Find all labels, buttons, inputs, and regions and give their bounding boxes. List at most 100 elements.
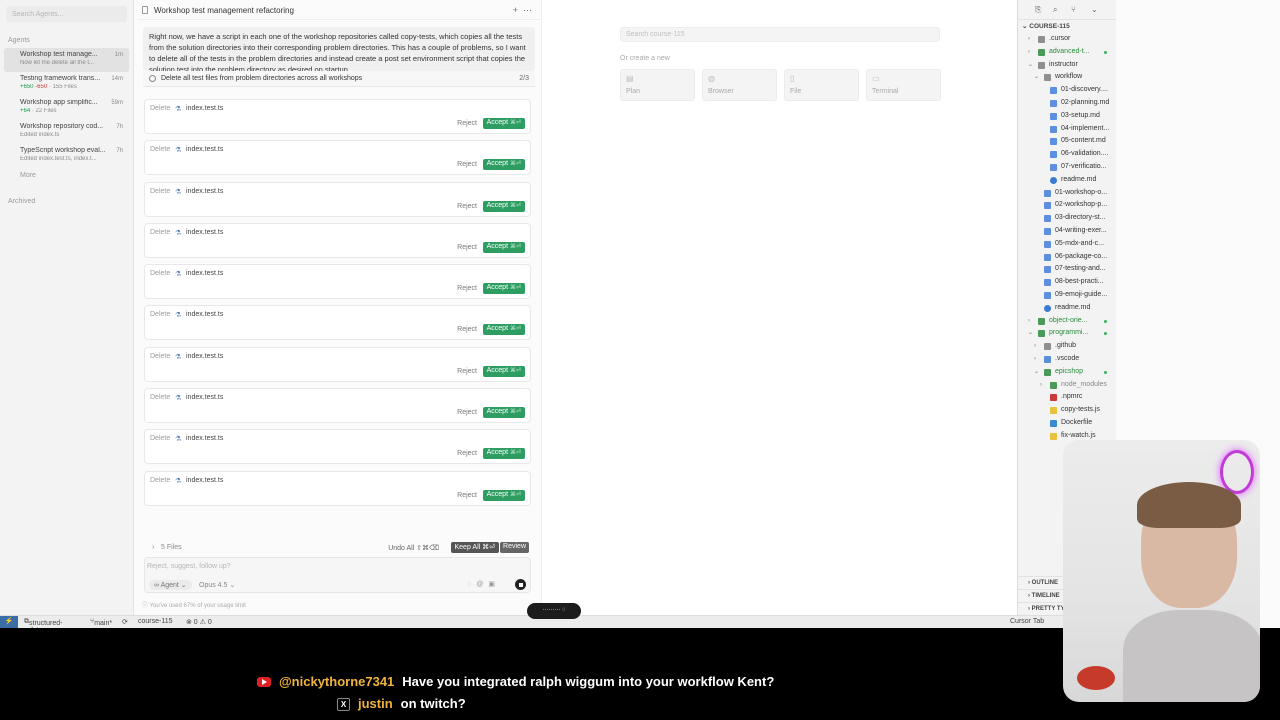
tree-row[interactable]: 07-testing-and... — [1018, 263, 1116, 276]
repo-label[interactable]: ⧉ structured-data — [24, 618, 62, 628]
agent-item[interactable]: Testing framework trans... +650 -650 · 15… — [4, 72, 129, 96]
reject-button[interactable]: Reject — [457, 326, 477, 333]
accept-button[interactable]: Accept ⌘⏎ — [482, 200, 525, 212]
tree-row[interactable]: .npmrc — [1018, 391, 1116, 404]
tree-row[interactable]: › advanced-t... — [1018, 46, 1116, 59]
reject-button[interactable]: Reject — [457, 120, 477, 127]
tree-row[interactable]: 01-discovery.... — [1018, 84, 1116, 97]
file-name[interactable]: index.test.ts — [186, 229, 223, 236]
accept-button[interactable]: Accept ⌘⏎ — [482, 283, 525, 295]
accept-button[interactable]: Accept ⌘⏎ — [482, 324, 525, 336]
tree-row[interactable]: › .vscode — [1018, 353, 1116, 366]
tree-row[interactable]: ⌄ workflow — [1018, 71, 1116, 84]
review-button[interactable]: Review — [500, 542, 529, 553]
accept-button[interactable]: Accept ⌘⏎ — [482, 407, 525, 419]
agent-item[interactable]: Workshop app simplific... +64 · 22 Files 5… — [4, 96, 129, 120]
reject-button[interactable]: Reject — [457, 244, 477, 251]
tree-row[interactable]: ⌄ epicshop — [1018, 366, 1116, 379]
tree-row[interactable]: 07-verificatio... — [1018, 161, 1116, 174]
accept-button[interactable]: Accept ⌘⏎ — [482, 118, 525, 129]
accept-button[interactable]: Accept ⌘⏎ — [482, 489, 525, 501]
more-options-icon[interactable]: ⋯ — [523, 5, 532, 16]
file-name[interactable]: index.test.ts — [186, 353, 223, 360]
plan-tile[interactable]: ▤ Plan — [620, 69, 695, 101]
explorer-root[interactable]: ⌄ COURSE-115 — [1022, 22, 1070, 30]
branch-label[interactable]: ⑂ main* — [90, 618, 112, 627]
tree-row[interactable]: 08-best-practi... — [1018, 276, 1116, 289]
tree-row[interactable]: 01-workshop-o... — [1018, 187, 1116, 200]
tree-row[interactable]: ⌄ programmi... — [1018, 327, 1116, 340]
model-select[interactable]: Opus 4.5 ⌄ — [199, 581, 235, 589]
search-icon[interactable]: ⌕ — [1053, 5, 1057, 15]
agent-item[interactable]: Workshop repository cod... Edited index.t… — [4, 120, 129, 144]
tree-row[interactable]: 09-emoji-guide... — [1018, 289, 1116, 302]
tree-row[interactable]: Dockerfile — [1018, 417, 1116, 430]
accept-button[interactable]: Accept ⌘⏎ — [482, 159, 525, 171]
agents-search-input[interactable]: Search Agents... — [6, 6, 127, 22]
accept-button[interactable]: Accept ⌘⏎ — [482, 241, 525, 253]
todo-item[interactable]: Delete all test files from problem direc… — [143, 71, 535, 87]
keep-all-button[interactable]: Keep All ⌘⏎ — [450, 542, 499, 553]
remote-icon[interactable]: ⚡ — [0, 616, 18, 628]
reject-button[interactable]: Reject — [457, 450, 477, 457]
file-tile[interactable]: ▯ File — [784, 69, 859, 101]
problems-count[interactable]: ⊗ 0 ⚠ 0 — [186, 618, 212, 626]
tree-row[interactable]: › .cursor — [1018, 33, 1116, 46]
reject-button[interactable]: Reject — [457, 409, 477, 416]
cursor-tab-label[interactable]: Cursor Tab — [1010, 618, 1044, 625]
tree-row[interactable]: 03-directory-st... — [1018, 212, 1116, 225]
tree-row[interactable]: 05-content.md — [1018, 135, 1116, 148]
browser-tile[interactable]: ◍ Browser — [702, 69, 777, 101]
tree-row[interactable]: copy-tests.js — [1018, 404, 1116, 417]
tree-row[interactable]: 05-mdx-and-c... — [1018, 238, 1116, 251]
agent-item[interactable]: Workshop test manage... Now let me delete… — [4, 48, 129, 72]
file-name[interactable]: index.test.ts — [186, 311, 223, 318]
terminal-tile[interactable]: ▭ Terminal — [866, 69, 941, 101]
composer-input[interactable]: Reject, suggest, follow up? — [147, 563, 231, 570]
tree-row[interactable]: readme.md — [1018, 302, 1116, 315]
tree-row[interactable]: 06-validation.... — [1018, 148, 1116, 161]
archived-section-label[interactable]: Archived — [0, 183, 133, 209]
reject-button[interactable]: Reject — [457, 368, 477, 375]
tree-row[interactable]: › object-orie... — [1018, 315, 1116, 328]
tree-row[interactable]: readme.md — [1018, 174, 1116, 187]
undo-all-button[interactable]: Undo All ⇧⌘⌫ — [388, 544, 439, 552]
composer-tools[interactable]: ◌@▣ — [467, 580, 500, 588]
stop-button[interactable] — [515, 579, 526, 590]
tree-row[interactable]: 04-writing-exer... — [1018, 225, 1116, 238]
file-name[interactable]: index.test.ts — [186, 477, 223, 484]
file-name[interactable]: index.test.ts — [186, 270, 223, 277]
tree-row[interactable]: 04-implement... — [1018, 123, 1116, 136]
sync-icon[interactable]: ⟳ — [122, 618, 128, 626]
file-name[interactable]: index.test.ts — [186, 435, 223, 442]
workspace-label[interactable]: course-115 — [138, 618, 173, 625]
more-agents-link[interactable]: More — [0, 168, 133, 183]
reject-button[interactable]: Reject — [457, 203, 477, 210]
reject-button[interactable]: Reject — [457, 492, 477, 499]
agent-mode-select[interactable]: ∞ Agent ⌄ — [149, 580, 192, 590]
files-icon[interactable]: ⎘ — [1035, 5, 1041, 15]
tree-row[interactable]: ⌄ instructor — [1018, 59, 1116, 72]
tree-row[interactable]: 02-planning.md — [1018, 97, 1116, 110]
file-name[interactable]: index.test.ts — [186, 146, 223, 153]
tree-row[interactable]: 02-workshop-p... — [1018, 199, 1116, 212]
chat-composer[interactable]: Reject, suggest, follow up? ∞ Agent ⌄ Op… — [144, 557, 531, 593]
files-count[interactable]: 5 Files — [161, 544, 182, 551]
file-name[interactable]: index.test.ts — [186, 394, 223, 401]
tree-row[interactable]: › node_modules — [1018, 379, 1116, 392]
new-chat-icon[interactable]: + — [513, 5, 518, 15]
agent-item[interactable]: TypeScript workshop eval... Edited index.… — [4, 144, 129, 168]
tree-row[interactable]: 06-package-co... — [1018, 251, 1116, 264]
file-name[interactable]: index.test.ts — [186, 105, 223, 112]
reject-button[interactable]: Reject — [457, 285, 477, 292]
file-name[interactable]: index.test.ts — [186, 188, 223, 195]
source-control-icon[interactable]: ⑂ — [1071, 5, 1076, 14]
agent-running-indicator[interactable]: ········· ◌ — [527, 603, 581, 619]
workspace-search-input[interactable]: Search course-115 — [620, 27, 940, 42]
reject-button[interactable]: Reject — [457, 161, 477, 168]
tree-row[interactable]: 03-setup.md — [1018, 110, 1116, 123]
tree-row[interactable]: › .github — [1018, 340, 1116, 353]
chevron-down-icon[interactable]: ⌄ — [1091, 5, 1098, 14]
chevron-right-icon[interactable]: › — [152, 544, 154, 551]
accept-button[interactable]: Accept ⌘⏎ — [482, 448, 525, 460]
